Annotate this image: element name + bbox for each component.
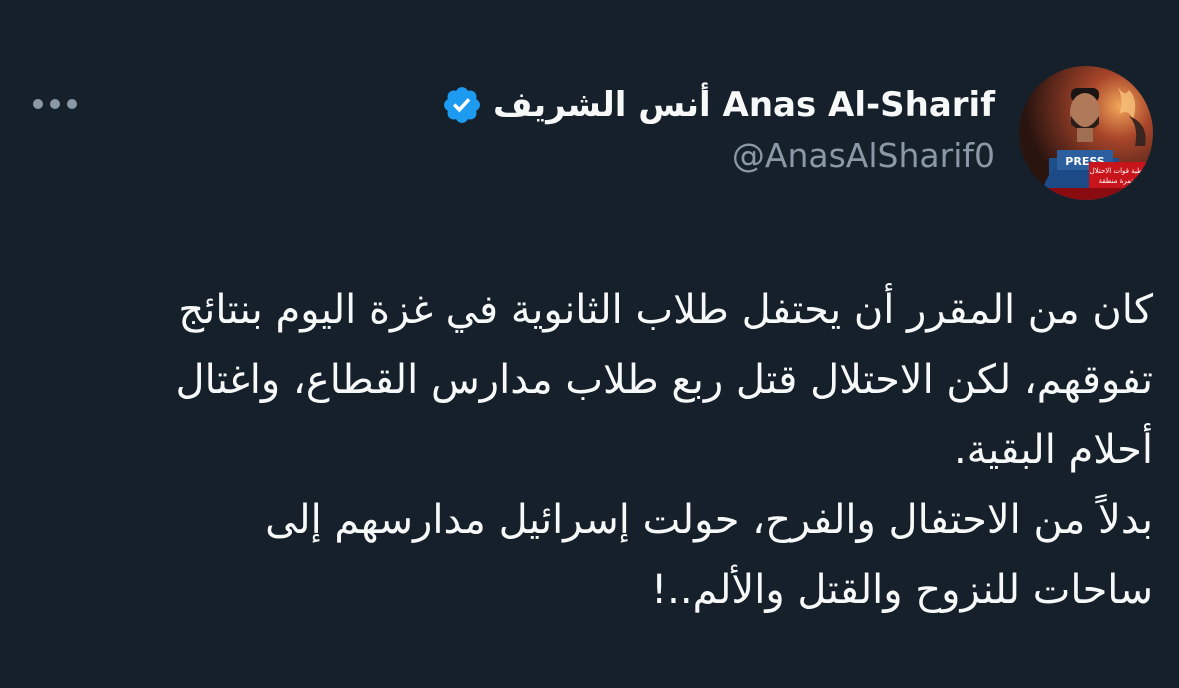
tweet-text-line: بدلاً من الاحتفال والفرح، حولت إسرائيل م… (265, 497, 1153, 543)
tweet-text-line: كان من المقرر أن يحتفل طلاب الثانوية في … (178, 287, 1153, 333)
tweet-text-line: ساحات للنزوح والقتل والألم..! (651, 567, 1153, 613)
avatar[interactable]: PRESS التغطية قوات الاحتلال مستمرة منطقة (1019, 66, 1153, 200)
tweet-text-line: تفوقهم، لكن الاحتلال قتل ربع طلاب مدارس … (175, 357, 1153, 403)
verified-badge-icon (444, 87, 480, 123)
tweet-card: أنس الشريف Anas Al-Sharif @AnasAlSharif0… (0, 0, 1179, 688)
display-name[interactable]: أنس الشريف Anas Al-Sharif (493, 85, 995, 125)
more-horizontal-icon (33, 99, 77, 109)
tweet-text-line: أحلام البقية. (953, 427, 1153, 473)
avatar-banner-line-1: التغطية قوات الاحتلال (1090, 167, 1153, 175)
tweet-text: كان من المقرر أن يحتفل طلاب الثانوية في … (13, 275, 1153, 625)
author-name-row[interactable]: أنس الشريف Anas Al-Sharif (441, 78, 995, 132)
more-options-button[interactable] (28, 86, 82, 122)
avatar-banner-line-2: مستمرة منطقة (1099, 177, 1144, 185)
user-handle[interactable]: @AnasAlSharif0 (732, 136, 995, 175)
